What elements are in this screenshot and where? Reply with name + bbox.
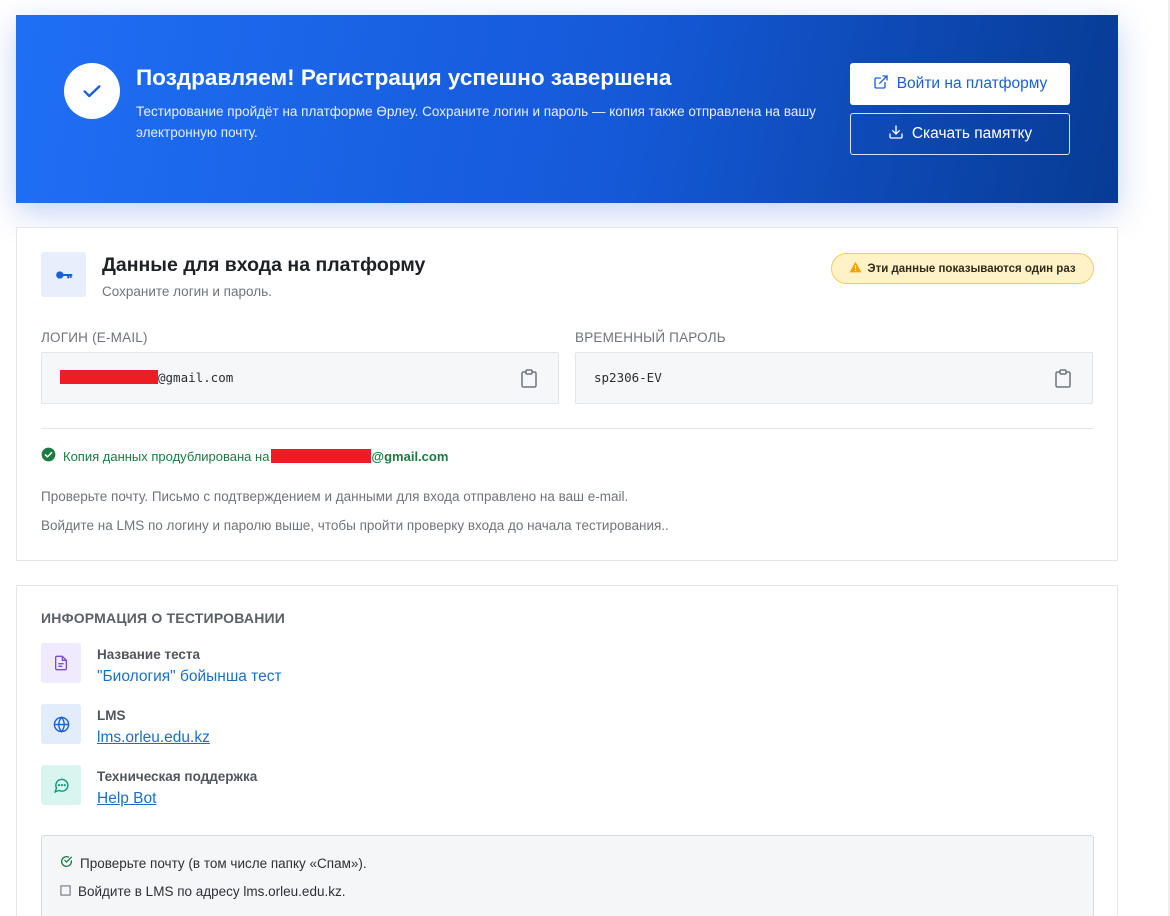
checklist-item-text: Проверьте почту (в том числе папку «Спам…	[80, 855, 367, 871]
lms-label: LMS	[97, 708, 126, 723]
document-icon	[41, 643, 81, 683]
copy-login-button[interactable]	[520, 369, 538, 389]
key-icon	[41, 252, 86, 297]
login-platform-label: Войти на платформу	[896, 75, 1048, 92]
page-title: Поздравляем! Регистрация успешно заверше…	[136, 65, 672, 90]
chat-icon	[41, 765, 81, 805]
clipboard-icon	[521, 369, 537, 388]
password-field[interactable]: sp2306-EV	[575, 352, 1093, 404]
one-time-warning-badge: Эти данные показываются один раз	[831, 253, 1094, 284]
download-icon	[888, 124, 904, 145]
copy-password-button[interactable]	[1054, 369, 1072, 389]
password-value: sp2306-EV	[594, 370, 662, 385]
checklist-item: Проверьте почту (в том числе папку «Спам…	[60, 855, 367, 871]
check-circle-icon	[41, 447, 56, 465]
support-label: Техническая поддержка	[97, 769, 258, 784]
test-name-value: "Биология" бойынша тест	[97, 668, 282, 685]
password-label: ВРЕМЕННЫЙ ПАРОЛЬ	[575, 330, 726, 345]
checklist-item-text: Войдите в LMS по адресу lms.orleu.edu.kz…	[78, 884, 346, 899]
download-memo-label: Скачать памятку	[911, 125, 1033, 142]
checklist-item: Войдите в LMS по адресу lms.orleu.edu.kz…	[60, 884, 345, 899]
check-icon	[64, 63, 120, 119]
check-mail-note: Проверьте почту. Письмо с подтверждением…	[41, 489, 629, 504]
lms-link[interactable]: lms.orleu.edu.kz	[97, 729, 210, 747]
warning-text: Эти данные показываются один раз	[867, 262, 1076, 275]
test-name-label: Название теста	[97, 647, 201, 662]
instructions-checklist: Проверьте почту (в том числе папку «Спам…	[41, 835, 1094, 916]
lms-login-note: Войдите на LMS по логину и паролю выше, …	[41, 518, 669, 533]
banner-subtitle: Тестирование пройдёт на платформе Өрлеу.…	[136, 104, 816, 140]
testing-info-heading: ИНФОРМАЦИЯ О ТЕСТИРОВАНИИ	[41, 610, 286, 626]
login-field[interactable]: @gmail.com	[41, 352, 559, 404]
credentials-title: Данные для входа на платформу	[102, 254, 426, 276]
email-duplicate-notice: Копия данных продублирована на @gmail.co…	[41, 447, 448, 465]
help-bot-link[interactable]: Help Bot	[97, 790, 156, 808]
external-link-icon	[873, 74, 889, 95]
login-platform-button[interactable]: Войти на платформу	[850, 63, 1070, 105]
success-banner: Поздравляем! Регистрация успешно заверше…	[16, 15, 1118, 203]
clipboard-icon	[1055, 369, 1071, 388]
warning-icon	[849, 261, 862, 276]
duplicate-email: @gmail.com	[271, 448, 448, 464]
check-circle-icon	[60, 855, 73, 871]
globe-icon	[41, 704, 81, 744]
divider	[41, 428, 1094, 429]
empty-checkbox-icon	[60, 884, 71, 899]
redaction-box	[60, 370, 158, 384]
credentials-subtitle: Сохраните логин и пароль.	[102, 284, 272, 299]
login-label: ЛОГИН (E-MAIL)	[41, 330, 148, 345]
credentials-card: Данные для входа на платформу Сохраните …	[16, 227, 1118, 561]
login-value: @gmail.com	[60, 370, 233, 385]
redaction-box	[271, 448, 372, 463]
duplicate-text: Копия данных продублирована на	[63, 448, 270, 464]
download-memo-button[interactable]: Скачать памятку	[850, 113, 1070, 155]
testing-info-card: ИНФОРМАЦИЯ О ТЕСТИРОВАНИИ Название теста…	[16, 585, 1118, 916]
